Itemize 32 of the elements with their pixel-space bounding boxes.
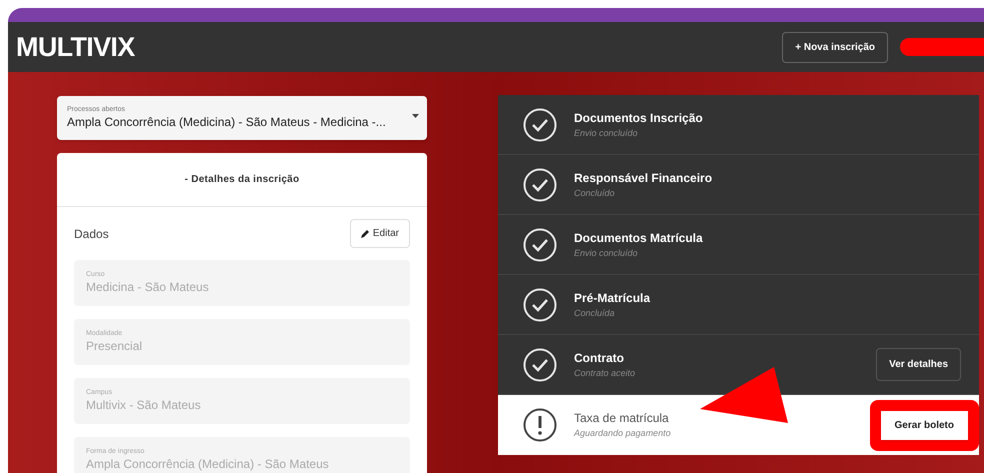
field-value: Multivix - São Mateus bbox=[86, 398, 202, 413]
field-value: Medicina - São Mateus bbox=[86, 280, 210, 295]
caret-icon bbox=[412, 114, 419, 118]
details-button[interactable]: Ver detalhes bbox=[876, 348, 961, 381]
exclamation-circle-icon bbox=[523, 408, 557, 442]
step-title: Responsável Financeiro bbox=[574, 170, 714, 187]
dropdown-value: Ampla Concorrência (Medicina) - São Mateus - Medicina -... bbox=[67, 115, 387, 131]
edit-button[interactable]: Editar bbox=[350, 219, 410, 248]
step-subtitle: Aguardando pagamento bbox=[574, 427, 672, 440]
check-circle-icon bbox=[523, 108, 557, 142]
step-title: Documentos Inscrição bbox=[574, 110, 704, 127]
step-subtitle: Envio concluído bbox=[574, 126, 639, 140]
step-subtitle: Contrato aceito bbox=[574, 366, 636, 380]
step-subtitle: Concluído bbox=[574, 186, 616, 200]
new-enrollment-button[interactable]: + Nova inscrição bbox=[782, 32, 888, 62]
step-subtitle: Envio concluído bbox=[574, 246, 639, 260]
details-toggle[interactable]: - Detalhes da inscrição bbox=[57, 153, 427, 207]
step-title: Documentos Matrícula bbox=[574, 230, 704, 247]
check-circle-icon bbox=[523, 348, 557, 382]
field-value: Ampla Concorrência (Medicina) - São Mateus bbox=[86, 456, 330, 472]
field-value: Presencial bbox=[86, 338, 144, 354]
generate-slip-button[interactable]: Gerar boleto bbox=[880, 410, 968, 440]
step-title: Contrato bbox=[574, 350, 625, 367]
check-circle-icon bbox=[523, 168, 557, 202]
check-circle-icon bbox=[523, 288, 557, 322]
step-title: Taxa de matrícula bbox=[574, 410, 670, 428]
step-title: Pré-Matrícula bbox=[574, 290, 652, 307]
step-subtitle: Concluída bbox=[574, 306, 616, 320]
pencil-icon bbox=[360, 229, 370, 238]
section-title: Dados bbox=[74, 226, 109, 242]
check-circle-icon bbox=[523, 228, 557, 262]
logo: MULTIVIX bbox=[16, 34, 135, 60]
